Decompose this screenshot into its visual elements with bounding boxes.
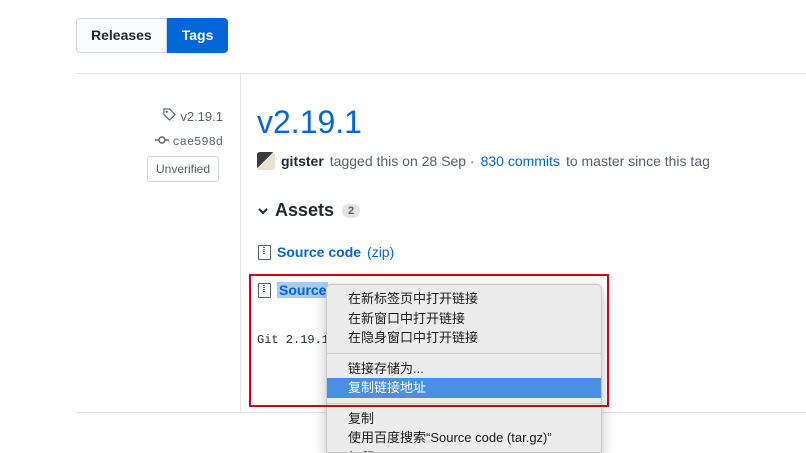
- menu-search-baidu[interactable]: 使用百度搜索“Source code (tar.gz)”: [327, 428, 601, 448]
- timeline-line: [240, 73, 241, 412]
- assets-toggle[interactable]: Assets 2: [257, 200, 360, 221]
- commits-link[interactable]: 830 commits: [481, 153, 560, 169]
- tag-meta[interactable]: v2.19.1: [163, 108, 223, 124]
- asset-name[interactable]: Source code: [277, 244, 361, 260]
- release-byline: gitster tagged this on 28 Sep · 830 comm…: [257, 152, 710, 170]
- verification-badge[interactable]: Unverified: [147, 156, 219, 182]
- avatar[interactable]: [257, 152, 275, 170]
- file-zip-icon: [258, 245, 271, 260]
- menu-copy[interactable]: 复制: [327, 409, 601, 429]
- release-title[interactable]: v2.19.1: [257, 104, 362, 141]
- chevron-down-icon: [257, 200, 269, 221]
- commits-suffix: to master since this tag: [566, 153, 710, 169]
- annotation-highlight-box: [249, 274, 609, 407]
- tag-icon: [163, 108, 176, 124]
- tag-name[interactable]: v2.19.1: [180, 109, 223, 124]
- assets-count: 2: [342, 204, 360, 218]
- tagged-text: tagged this on 28 Sep ·: [330, 153, 475, 169]
- tab-tags[interactable]: Tags: [167, 18, 229, 53]
- divider-top: [76, 73, 806, 74]
- asset-ext[interactable]: (zip): [367, 244, 394, 260]
- commit-hash[interactable]: cae598d: [173, 135, 223, 149]
- author-link[interactable]: gitster: [281, 153, 324, 169]
- tab-releases[interactable]: Releases: [76, 18, 167, 53]
- assets-heading: Assets: [275, 200, 334, 221]
- menu-print[interactable]: 打印: [327, 448, 601, 453]
- release-tabs: Releases Tags: [76, 18, 228, 53]
- commit-icon: [155, 135, 169, 149]
- asset-zip[interactable]: Source code (zip): [258, 244, 394, 260]
- commit-meta[interactable]: cae598d: [155, 135, 223, 149]
